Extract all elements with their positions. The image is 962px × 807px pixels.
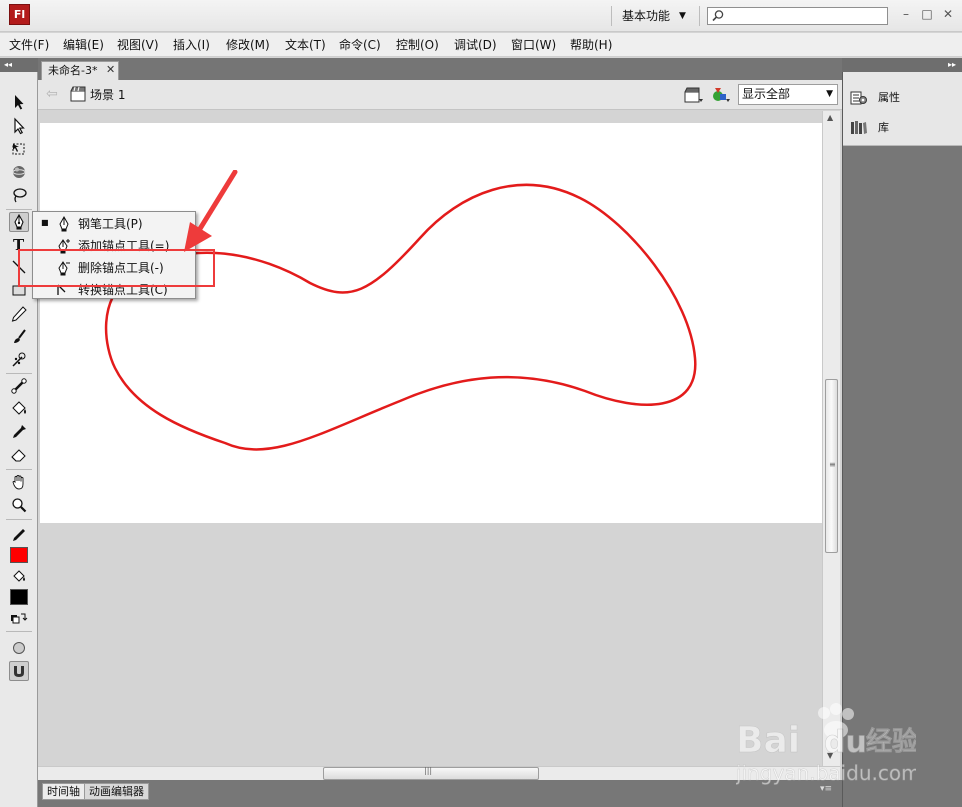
separator	[611, 6, 612, 26]
free-transform-tool-icon[interactable]	[9, 139, 29, 159]
selection-tool-icon[interactable]	[9, 92, 29, 112]
bone-tool-icon[interactable]	[9, 376, 29, 396]
separator	[6, 519, 32, 520]
menu-bar: 文件(F) 编辑(E) 视图(V) 插入(I) 修改(M) 文本(T) 命令(C…	[0, 33, 962, 57]
vertical-scroll-thumb[interactable]: ≡	[825, 379, 838, 553]
scene-icon	[70, 86, 86, 102]
document-tab[interactable]: 未命名-3* ✕	[41, 61, 119, 80]
tab-motion-editor[interactable]: 动画编辑器	[84, 783, 149, 800]
flash-window: Fl 基本功能 ▼ – □ ✕ 文件(F) 编辑(E) 视图(V) 插入(I) …	[0, 0, 962, 807]
scroll-up-icon[interactable]: ▲	[827, 113, 833, 122]
horizontal-scrollbar[interactable]: |||	[38, 766, 840, 780]
menu-text[interactable]: 文本(T)	[285, 37, 326, 53]
zoom-value: 显示全部	[742, 87, 791, 101]
separator	[6, 469, 32, 470]
help-search-input[interactable]	[707, 7, 888, 25]
eraser-tool-icon[interactable]	[9, 445, 29, 465]
menu-modify[interactable]: 修改(M)	[226, 37, 270, 53]
document-tab-label: 未命名-3*	[48, 64, 98, 77]
scroll-down-icon[interactable]: ▼	[827, 751, 833, 760]
tools-panel-header[interactable]: ◂◂	[0, 58, 38, 72]
title-bar: Fl 基本功能 ▼ – □ ✕	[0, 0, 962, 32]
menu-insert[interactable]: 插入(I)	[173, 37, 210, 53]
expand-icon[interactable]: ▸▸	[948, 58, 956, 72]
pen-icon	[59, 215, 69, 232]
menu-window[interactable]: 窗口(W)	[511, 37, 556, 53]
pencil-tool-icon[interactable]	[9, 304, 29, 324]
properties-icon	[850, 91, 867, 105]
flash-logo: Fl	[9, 4, 30, 25]
stage-canvas[interactable]	[40, 123, 822, 523]
tools-panel: T	[0, 72, 38, 807]
zoom-select[interactable]: 显示全部 ▼	[738, 84, 838, 105]
library-label: 库	[878, 121, 889, 134]
document-tab-bar: 未命名-3* ✕	[38, 58, 842, 80]
menu-view[interactable]: 视图(V)	[117, 37, 159, 53]
workspace-switcher[interactable]: 基本功能	[622, 7, 670, 25]
grip-icon: ≡	[829, 460, 836, 469]
menu-item-pen-tool[interactable]: ■ 钢笔工具(P)	[33, 213, 195, 235]
library-panel-button[interactable]: 库	[850, 118, 958, 138]
menu-commands[interactable]: 命令(C)	[339, 37, 381, 53]
right-panel-header[interactable]: ▸▸	[842, 58, 962, 72]
menu-edit[interactable]: 编辑(E)	[63, 37, 104, 53]
back-arrow-icon[interactable]: ⇦	[46, 86, 58, 102]
chevron-down-icon[interactable]: ▼	[826, 87, 833, 102]
properties-panel-button[interactable]: 属性	[850, 88, 958, 108]
separator	[6, 373, 32, 374]
separator	[699, 6, 700, 26]
hand-tool-icon[interactable]	[9, 472, 29, 492]
lasso-tool-icon[interactable]	[9, 185, 29, 205]
subselection-tool-icon[interactable]	[9, 116, 29, 136]
paint-bucket-tool-icon[interactable]	[9, 399, 29, 419]
chevron-down-icon[interactable]: ▼	[679, 7, 686, 25]
object-drawing-icon[interactable]	[9, 638, 29, 658]
edit-scene-icon[interactable]	[683, 85, 705, 105]
tab-timeline[interactable]: 时间轴	[42, 783, 85, 800]
separator	[6, 209, 32, 210]
drawn-closed-curve[interactable]	[40, 123, 822, 523]
zoom-tool-icon[interactable]	[9, 495, 29, 515]
vertical-scrollbar[interactable]: ▲ ≡ ▼	[822, 111, 840, 766]
pen-tool-icon[interactable]	[9, 212, 29, 232]
stroke-color-pencil-icon	[9, 525, 29, 545]
menu-item-label: 钢笔工具(P)	[78, 217, 143, 231]
library-icon	[851, 121, 867, 134]
brush-tool-icon[interactable]	[9, 327, 29, 347]
minimize-button[interactable]: –	[899, 7, 913, 21]
swap-colors-icon[interactable]	[9, 609, 29, 629]
panel-icon-list: 属性 库	[843, 72, 962, 146]
stroke-color-fill	[10, 547, 28, 563]
close-button[interactable]: ✕	[941, 7, 955, 21]
scene-label[interactable]: 场景 1	[90, 88, 125, 102]
fill-color-fill	[10, 589, 28, 605]
bottom-panel-tabs: 时间轴 动画编辑器 ▾≡	[38, 780, 842, 807]
panel-menu-icon[interactable]: ▾≡	[820, 784, 832, 794]
pasteboard	[38, 111, 822, 766]
search-icon	[712, 10, 724, 22]
selected-bullet-icon: ■	[41, 218, 49, 227]
edit-symbol-icon[interactable]	[710, 85, 732, 105]
annotation-arrow	[184, 170, 238, 252]
3d-rotation-tool-icon[interactable]	[9, 162, 29, 182]
close-icon[interactable]: ✕	[106, 63, 115, 77]
menu-debug[interactable]: 调试(D)	[454, 37, 497, 53]
edit-bar: ⇦ 场景 1 显示全部 ▼	[38, 80, 842, 110]
menu-help[interactable]: 帮助(H)	[570, 37, 612, 53]
menu-file[interactable]: 文件(F)	[9, 37, 49, 53]
menu-control[interactable]: 控制(O)	[396, 37, 439, 53]
properties-label: 属性	[878, 91, 900, 104]
fill-color-bucket-icon	[9, 567, 29, 587]
right-panel-dock: 属性 库	[842, 72, 962, 807]
grip-icon: |||	[424, 766, 433, 775]
maximize-button[interactable]: □	[920, 7, 934, 21]
snap-to-objects-icon[interactable]	[9, 661, 29, 681]
horizontal-scroll-thumb[interactable]: |||	[323, 766, 539, 780]
collapse-icon[interactable]: ◂◂	[4, 58, 12, 72]
stroke-color-swatch[interactable]	[9, 545, 29, 565]
separator	[6, 631, 32, 632]
eyedropper-tool-icon[interactable]	[9, 422, 29, 442]
fill-color-swatch[interactable]	[9, 587, 29, 607]
deco-tool-icon[interactable]	[9, 350, 29, 370]
